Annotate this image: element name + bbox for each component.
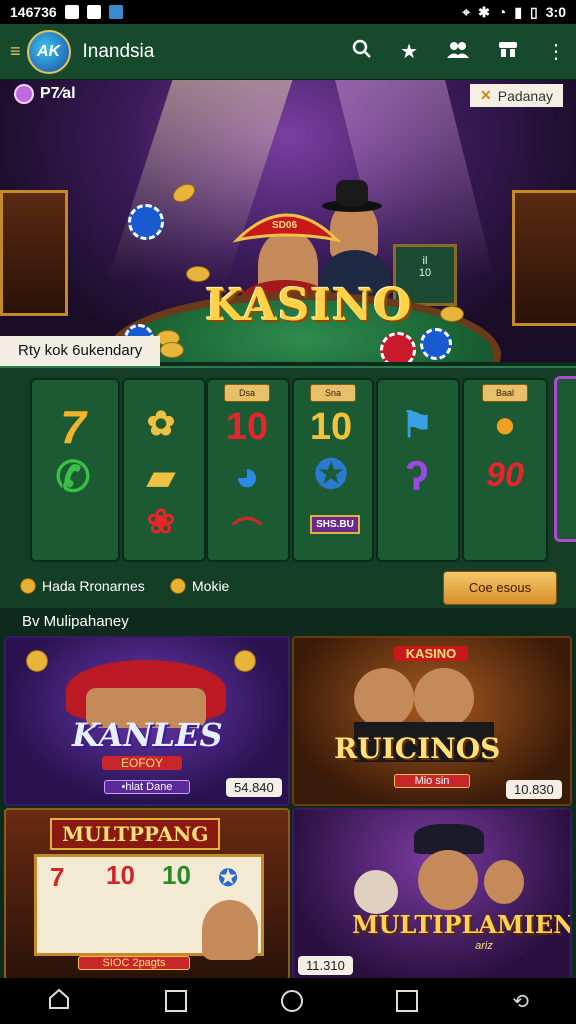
reel-badge: Dsa xyxy=(224,384,270,402)
star-symbol-icon: ✪ xyxy=(314,453,348,497)
rose-symbol-icon: ❀ xyxy=(146,503,176,541)
rotate-icon[interactable]: ⟲ xyxy=(512,989,529,1014)
card-ribbon: EOFOY xyxy=(102,756,182,770)
swirl-symbol-icon: ◕ xyxy=(234,452,260,499)
user-avatar-icon xyxy=(14,84,34,104)
notification-icon xyxy=(64,5,79,19)
app-bar: ≡ AK Inandsia ★ ⋮ xyxy=(0,24,576,80)
reel-badge: Sna xyxy=(310,384,356,402)
cards-section-label: Bv Mulipahaney xyxy=(0,608,576,636)
more-icon[interactable]: ⋮ xyxy=(546,39,566,64)
home-circle-icon[interactable] xyxy=(280,990,303,1012)
status-bar: 146736 ⌖ ✱ ◔ ▮ ▯ 3:0 xyxy=(0,0,576,24)
slot-machine-left xyxy=(0,190,68,316)
game-card[interactable]: MULTIPLAMIEN ariz 11.310 xyxy=(292,808,572,980)
card-subtitle: Mio sin xyxy=(394,774,470,788)
card-title: RUICINOS xyxy=(334,732,501,765)
phone-symbol-icon: ✆ xyxy=(55,453,91,500)
legend-item: Mokie xyxy=(170,578,229,594)
app-title: Inandsia xyxy=(82,40,155,62)
system-nav-bar: ⟲ xyxy=(0,978,576,1024)
block-symbol-icon: ▰ xyxy=(147,456,175,497)
bell-symbol-icon: ● xyxy=(493,404,517,446)
card-badge: 11.310 xyxy=(298,956,353,975)
arch-symbol-icon: ⌒ xyxy=(232,517,262,550)
wallet-icon[interactable] xyxy=(498,40,518,64)
location-icon: ⌖ xyxy=(462,3,471,20)
card-subtitle: •hlat Dane xyxy=(104,780,190,794)
reel-number: 10 xyxy=(162,860,191,890)
ten-symbol: 10 xyxy=(309,406,353,448)
bluetooth-icon: ✱ xyxy=(478,3,490,20)
hook-symbol-icon: ʔ xyxy=(405,452,429,499)
reel-number: 10 xyxy=(106,860,135,890)
game-card[interactable]: MULTPPANG 10 10 7 ✪ SIOC 2pagts xyxy=(4,808,290,980)
hero-label-left[interactable]: P7⁄al xyxy=(14,84,76,104)
status-clock: 3:0 xyxy=(545,4,566,20)
star-icon[interactable]: ★ xyxy=(400,39,418,64)
app-logo[interactable]: AK xyxy=(26,29,71,74)
coin-symbol-icon: ✿ xyxy=(146,405,176,443)
battery-icon: ▯ xyxy=(530,3,538,20)
side-tab[interactable] xyxy=(554,376,576,542)
card-title: MULTPPANG xyxy=(50,818,221,850)
card-subtitle: SIOC 2pagts xyxy=(78,956,190,970)
chip-icon xyxy=(420,328,452,360)
recent-apps-icon[interactable] xyxy=(164,990,187,1012)
card-badge: 54.840 xyxy=(226,778,282,797)
flag-symbol-icon: ⚑ xyxy=(400,404,434,445)
card-subtitle: ariz xyxy=(475,940,493,952)
card-title: MULTIPLAMIEN xyxy=(352,910,572,939)
reel-badge: Baal xyxy=(482,384,528,402)
hero-title: KASINO xyxy=(205,280,413,331)
game-card[interactable]: KASINO RUICINOS Mio sin 10.830 xyxy=(292,636,572,806)
slots-section-label: Rty kok 6ukendary xyxy=(0,336,160,366)
menu-icon[interactable]: ≡ xyxy=(10,41,21,62)
wifi-icon: ◔ xyxy=(497,4,507,20)
text-tile: SHS.BU xyxy=(298,514,372,534)
seven-symbol: 7 xyxy=(60,401,86,453)
coin-icon xyxy=(20,578,36,594)
card-top-label: KASINO xyxy=(394,646,468,661)
ninety-symbol: 90 xyxy=(486,456,524,494)
game-card[interactable]: KANLES EOFOY •hlat Dane 54.840 xyxy=(4,636,290,806)
slot-machine-right xyxy=(512,190,576,326)
group-icon[interactable] xyxy=(446,40,470,64)
coin-icon xyxy=(170,578,186,594)
cta-button[interactable]: Coe esous xyxy=(443,571,557,605)
gallery-icon xyxy=(108,5,123,19)
card-badge: 10.830 xyxy=(506,780,562,799)
card-title: KANLES xyxy=(72,716,223,754)
signal-icon: ▮ xyxy=(514,3,523,20)
close-icon: ✕ xyxy=(480,87,492,103)
ten-symbol: 10 xyxy=(225,406,269,448)
search-icon[interactable] xyxy=(352,39,372,65)
chip-icon xyxy=(128,204,164,240)
hat-text: SD06 xyxy=(272,220,298,231)
photo-icon xyxy=(86,5,101,19)
hero-label-right[interactable]: ✕ Padanay xyxy=(470,84,564,107)
chip-icon xyxy=(380,332,416,362)
legend-item: Hada Rronarnes xyxy=(20,578,145,594)
hero-banner[interactable]: SD06 il 10 KASINO P7⁄al ✕ Padanay xyxy=(0,80,576,362)
home-icon[interactable] xyxy=(47,987,71,1016)
overview-icon[interactable] xyxy=(396,990,419,1012)
status-time: 146736 xyxy=(10,4,57,20)
cowboy-hat xyxy=(322,180,382,212)
